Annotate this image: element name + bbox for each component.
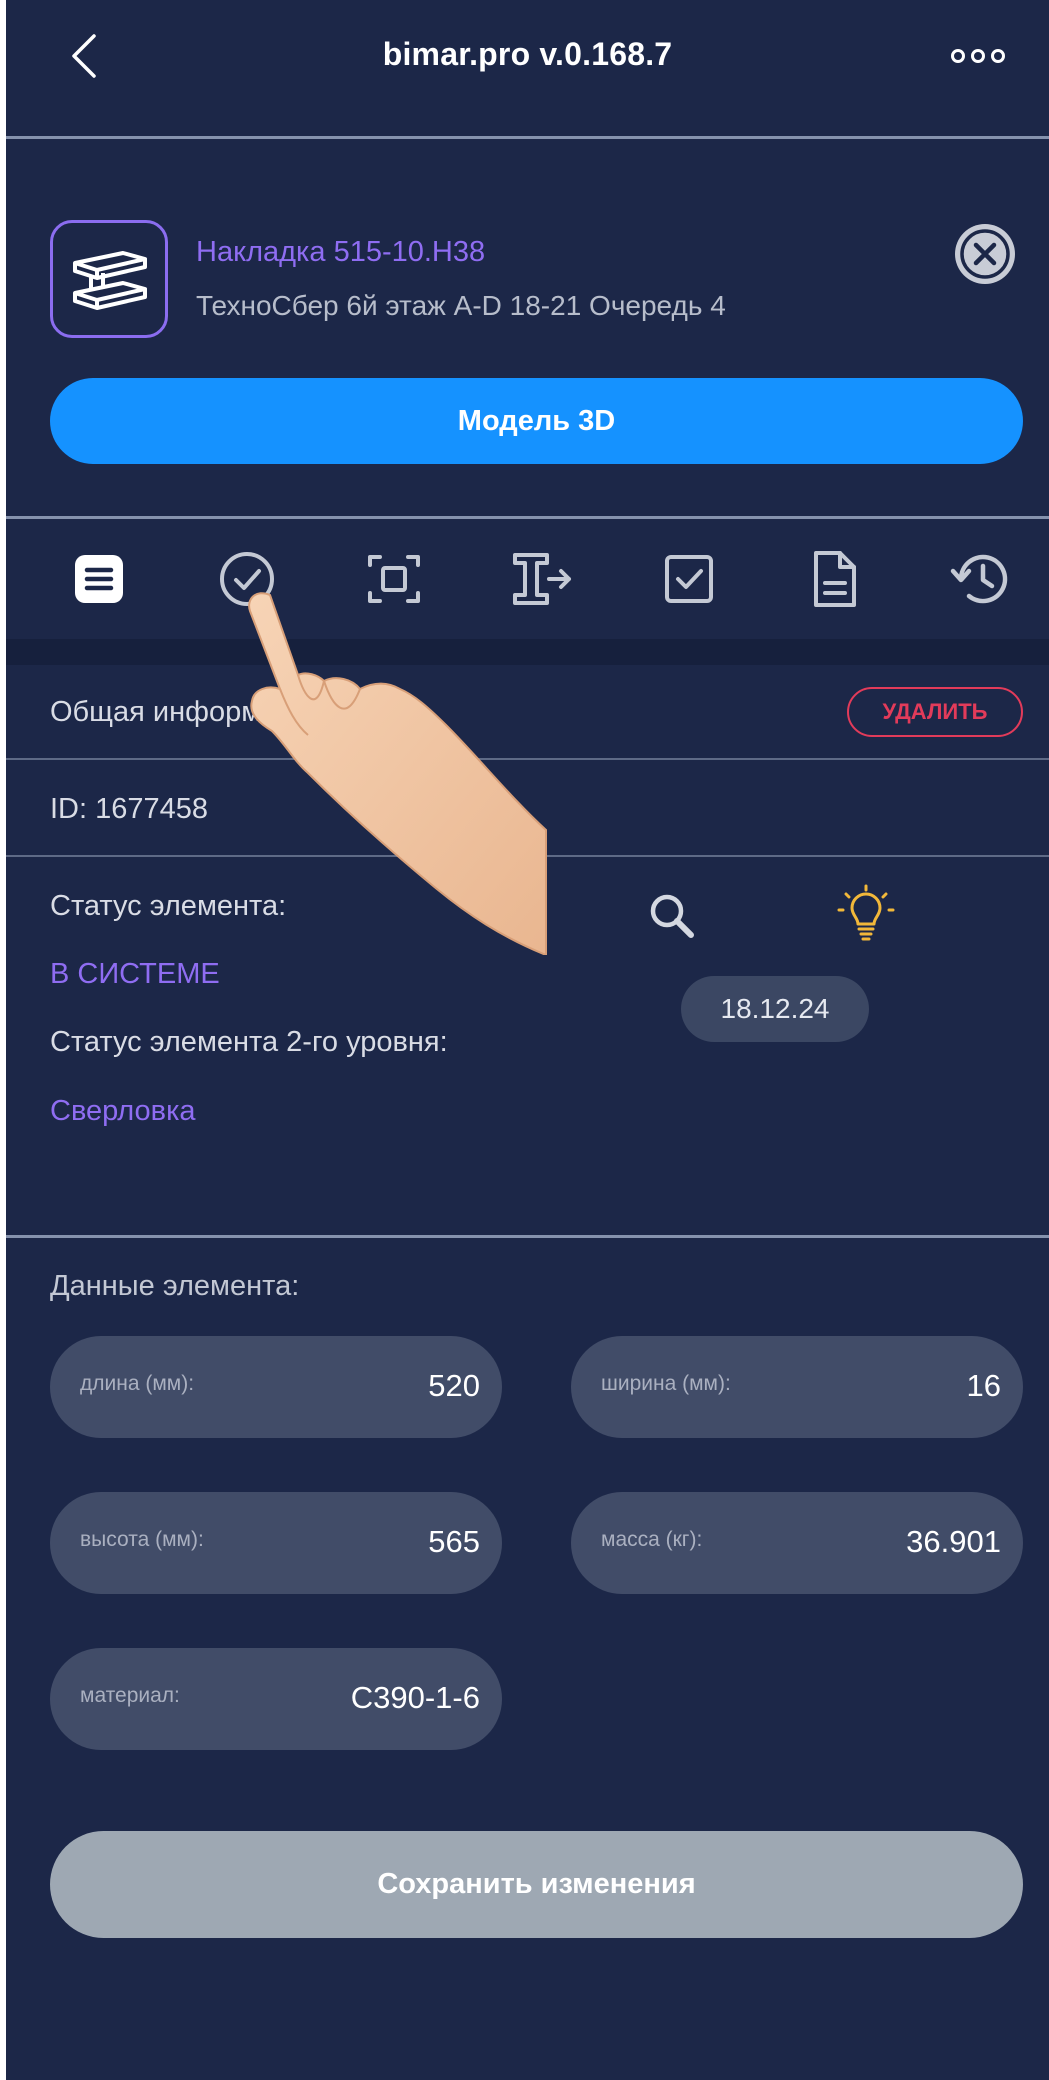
tab-documents[interactable] [796, 541, 872, 617]
element-id: ID: 1677458 [50, 793, 209, 825]
i-beam-icon [73, 251, 147, 310]
app-title: bimar.pro v.0.168.7 [382, 36, 673, 72]
top-bar: bimar.pro v.0.168.7 [6, 0, 1049, 138]
history-icon [950, 554, 1008, 604]
height-field[interactable]: высота (мм): 565 [50, 1492, 502, 1594]
header-divider [6, 136, 1049, 139]
date-badge: 18.12.24 [681, 976, 869, 1042]
length-label: длина (мм): [80, 1372, 195, 1395]
length-value: 520 [428, 1368, 480, 1403]
search-button[interactable] [646, 890, 698, 942]
item-location: ТехноСбер 6й этаж A-D 18-21 Очередь 4 [196, 290, 726, 321]
delete-button[interactable]: УДАЛИТЬ [847, 687, 1023, 737]
element-data-title: Данные элемента: [50, 1270, 300, 1302]
frame-icon [368, 555, 420, 603]
close-button[interactable] [952, 221, 1018, 287]
width-field[interactable]: ширина (мм): 16 [571, 1336, 1023, 1438]
width-label: ширина (мм): [601, 1372, 731, 1395]
lightbulb-icon [837, 884, 895, 941]
tab-status[interactable] [209, 541, 285, 617]
mass-value: 36.901 [906, 1524, 1001, 1559]
general-info-title: Общая информация [50, 696, 326, 728]
material-value: С390-1-6 [350, 1680, 480, 1715]
general-divider [6, 758, 1049, 760]
tab-frame[interactable] [356, 541, 432, 617]
close-circle-icon [955, 224, 1015, 284]
document-icon [814, 551, 856, 607]
material-label: материал: [80, 1684, 180, 1707]
model-3d-button[interactable]: Модель 3D [50, 378, 1023, 464]
beam-thumbnail [50, 220, 168, 338]
tab-bar [6, 521, 1049, 639]
id-divider [6, 855, 1049, 857]
length-field[interactable]: длина (мм): 520 [50, 1336, 502, 1438]
mass-label: масса (кг): [601, 1528, 703, 1551]
hint-button[interactable] [836, 884, 896, 944]
width-value: 16 [966, 1368, 1001, 1403]
app-screen: bimar.pro v.0.168.7 Накладка 515-10.Н38 … [6, 0, 1049, 2080]
height-value: 565 [428, 1524, 480, 1559]
checkbox-icon [665, 555, 713, 603]
search-icon [650, 894, 694, 938]
status-label: Статус элемента: [50, 890, 287, 922]
save-changes-button[interactable]: Сохранить изменения [50, 1831, 1023, 1938]
tab-checklist[interactable] [651, 541, 727, 617]
tab-info[interactable] [61, 541, 137, 617]
tabs-shadow [6, 639, 1049, 665]
tab-history[interactable] [942, 541, 1018, 617]
check-circle-icon [220, 552, 274, 606]
tabs-divider [6, 516, 1049, 519]
item-name-link[interactable]: Накладка 515-10.Н38 [196, 236, 485, 269]
mass-field[interactable]: масса (кг): 36.901 [571, 1492, 1023, 1594]
status-value[interactable]: В СИСТЕМЕ [50, 958, 220, 991]
more-dots-icon [951, 49, 1005, 63]
height-label: высота (мм): [80, 1528, 204, 1551]
material-field[interactable]: материал: С390-1-6 [50, 1648, 502, 1750]
list-icon [75, 555, 123, 603]
data-divider [6, 1235, 1049, 1238]
beam-transfer-icon [513, 553, 571, 605]
more-options-button[interactable] [950, 40, 1006, 72]
status2-label: Статус элемента 2-го уровня: [50, 1026, 448, 1058]
status2-value[interactable]: Сверловка [50, 1095, 196, 1128]
tab-beam-transfer[interactable] [504, 541, 580, 617]
